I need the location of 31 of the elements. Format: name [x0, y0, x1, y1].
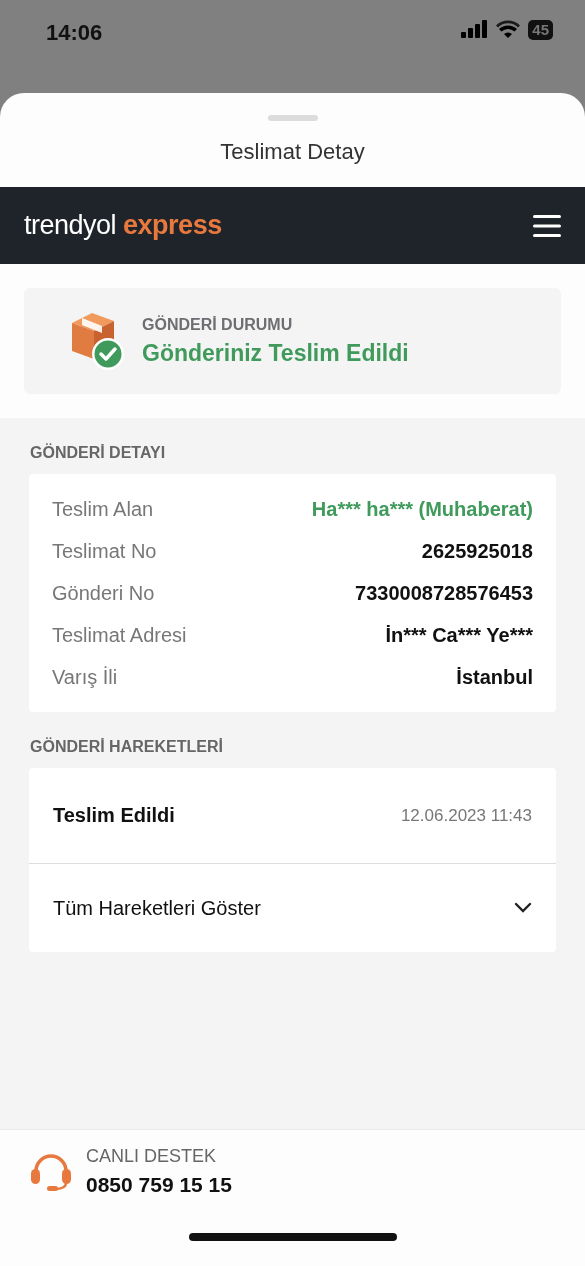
section-heading: GÖNDERİ DETAYI — [29, 442, 167, 463]
detail-value: 2625925018 — [421, 539, 533, 563]
status-value: Gönderiniz Teslim Edildi — [142, 339, 409, 367]
detail-label: Teslim Alan — [52, 497, 154, 521]
headset-icon — [30, 1151, 72, 1192]
status-time: 14:06 — [46, 20, 103, 47]
wifi-icon — [496, 20, 521, 38]
delivered-box-icon — [70, 311, 124, 371]
detail-value: İstanbul — [456, 665, 533, 689]
status-label: GÖNDERİ DURUMU — [142, 315, 294, 334]
detail-label: Varış İli — [52, 665, 118, 689]
sheet-handle[interactable] — [267, 115, 318, 121]
detail-value: 7330008728576453 — [355, 581, 533, 605]
section-heading: GÖNDERİ HAREKETLERİ — [29, 736, 224, 757]
signal-icon — [461, 20, 489, 38]
event-title: Teslim Edildi — [53, 804, 175, 827]
detail-label: Teslimat No — [52, 539, 157, 563]
support-label: CANLI DESTEK — [86, 1146, 218, 1167]
sheet-title: Teslimat Detay — [219, 138, 366, 166]
detail-label: Teslimat Adresi — [52, 623, 187, 647]
chevron-icon — [514, 902, 532, 914]
show-all-button[interactable]: Tüm Hareketleri Göster — [29, 864, 556, 952]
menu-icon — [533, 213, 561, 238]
menu-button[interactable] — [533, 213, 561, 238]
detail-value: Ha*** ha*** (Muhaberat) — [311, 497, 533, 521]
brand-logo: trendyol express — [24, 210, 222, 241]
battery-level: 45 — [528, 20, 553, 40]
detail-value: İn*** Ca*** Ye*** — [385, 623, 533, 647]
support-phone[interactable]: 0850 759 15 15 — [86, 1173, 232, 1197]
detail-label: Gönderi No — [52, 581, 155, 605]
event-date: 12.06.2023 11:43 — [400, 805, 532, 826]
